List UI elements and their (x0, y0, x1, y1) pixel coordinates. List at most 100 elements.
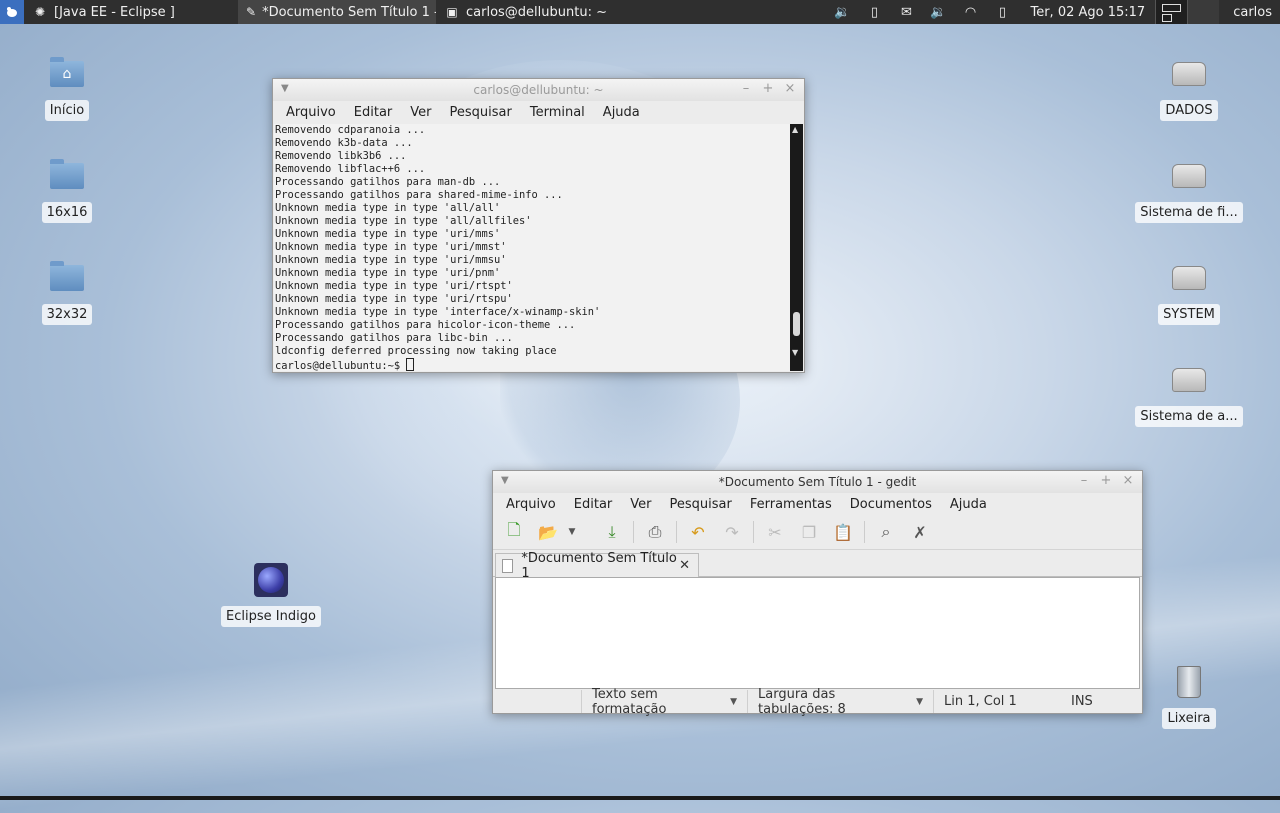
redo-icon[interactable]: ↷ (719, 519, 745, 545)
terminal-line: Processando gatilhos para shared-mime-in… (275, 189, 563, 201)
close-tab-icon[interactable]: ✕ (679, 558, 690, 573)
terminal-titlebar[interactable]: ▼ carlos@dellubuntu: ~ – + × (273, 79, 804, 101)
desktop-icon-dados[interactable]: DADOS (1134, 56, 1244, 121)
desktop-icon-sistema-de-a[interactable]: Sistema de a... (1134, 362, 1244, 427)
menu-arquivo[interactable]: Arquivo (277, 105, 345, 120)
desktop-icon-32x32[interactable]: 32x32 (12, 260, 122, 325)
menu-documentos[interactable]: Documentos (841, 497, 941, 512)
recent-files-dropdown-icon[interactable]: ▼ (559, 519, 585, 545)
desktop-icon-system[interactable]: SYSTEM (1134, 260, 1244, 325)
terminal-window[interactable]: ▼ carlos@dellubuntu: ~ – + × Arquivo Edi… (272, 78, 805, 373)
menu-editar[interactable]: Editar (345, 105, 402, 120)
desktop-icon-16x16[interactable]: 16x16 (12, 158, 122, 223)
taskbar-item-gedit[interactable]: ✎ *Documento Sem Título 1 -... (238, 0, 436, 24)
open-file-icon[interactable]: 📂 (535, 519, 561, 545)
workspace-1[interactable] (1155, 0, 1188, 24)
mail-icon[interactable]: ✉ (897, 3, 915, 21)
undo-icon[interactable]: ↶ (685, 519, 711, 545)
taskbar-item-label: [Java EE - Eclipse ] (54, 4, 175, 20)
desktop-icon-label: 32x32 (41, 304, 93, 325)
desktop-icon-lixeira[interactable]: Lixeira (1134, 664, 1244, 729)
window-menu-icon[interactable]: ▼ (501, 475, 509, 486)
terminal-line: Unknown media type in type 'uri/rtspt' (275, 280, 513, 292)
copy-icon[interactable]: ❐ (796, 519, 822, 545)
scroll-up-arrow-icon[interactable]: ▲ (792, 125, 798, 134)
terminal-output[interactable]: Removendo cdparanoia ... Removendo k3b-d… (274, 124, 791, 371)
scroll-down-arrow-icon[interactable]: ▼ (792, 348, 798, 357)
menu-ver[interactable]: Ver (401, 105, 440, 120)
clock[interactable]: Ter, 02 Ago 15:17 (1030, 5, 1145, 20)
menu-pesquisar[interactable]: Pesquisar (441, 105, 521, 120)
syntax-highlight-selector[interactable]: Texto sem formatação ▼ (581, 687, 747, 717)
workspace-switcher[interactable] (1155, 0, 1220, 24)
system-tray: 🔉 ▯ ✉ 🔉 ◠ ▯ Ter, 02 Ago 15:17 carlos (826, 0, 1280, 24)
menu-pesquisar[interactable]: Pesquisar (661, 497, 741, 512)
taskbar-item-terminal[interactable]: ▣ carlos@dellubuntu: ~ (436, 0, 626, 24)
window-menu-icon[interactable]: ▼ (281, 83, 289, 94)
terminal-line: Processando gatilhos para hicolor-icon-t… (275, 319, 576, 331)
scrollbar-thumb[interactable] (793, 312, 800, 336)
trash-icon (1171, 664, 1207, 700)
insert-mode-label: INS (1071, 694, 1093, 709)
terminal-line: Processando gatilhos para libc-bin ... (275, 332, 513, 344)
menu-editar[interactable]: Editar (565, 497, 622, 512)
paste-icon[interactable]: 📋 (830, 519, 856, 545)
document-tab-label: *Documento Sem Título 1 (521, 550, 677, 581)
document-icon (502, 558, 514, 573)
maximize-button[interactable]: + (1098, 473, 1114, 488)
terminal-scrollbar[interactable]: ▲ ▼ (790, 124, 803, 371)
menu-ver[interactable]: Ver (621, 497, 660, 512)
volume-icon[interactable]: 🔉 (833, 3, 851, 21)
drive-icon (1171, 362, 1207, 398)
syntax-label: Texto sem formatação (592, 686, 667, 717)
desktop-icon-label: SYSTEM (1158, 304, 1220, 325)
text-editor-area[interactable] (495, 577, 1140, 689)
new-document-icon[interactable]: 🗋 (501, 519, 527, 545)
close-button[interactable]: × (782, 81, 798, 96)
terminal-prompt-line[interactable]: carlos@dellubuntu:~$ (275, 358, 791, 371)
tab-width-selector[interactable]: Largura das tabulações: 8 ▼ (747, 687, 933, 717)
battery-icon[interactable]: ▯ (993, 3, 1011, 21)
desktop-icon-sistema-de-fi[interactable]: Sistema de fi... (1134, 158, 1244, 223)
text-editor-icon: ✎ (246, 5, 257, 19)
desktop-icon-label: Eclipse Indigo (221, 606, 321, 627)
applications-menu-button[interactable] (0, 0, 24, 24)
taskbar-item-eclipse[interactable]: ✺ [Java EE - Eclipse ] (24, 0, 238, 24)
terminal-menubar: Arquivo Editar Ver Pesquisar Terminal Aj… (273, 101, 804, 123)
save-icon[interactable]: ⤓ (599, 519, 625, 545)
home-folder-icon: ⌂ (49, 56, 85, 92)
terminal-line: Processando gatilhos para man-db ... (275, 176, 501, 188)
desktop-icon-label: Sistema de fi... (1135, 202, 1243, 223)
wifi-icon[interactable]: ◠ (961, 3, 979, 21)
terminal-line: Unknown media type in type 'uri/mmsu' (275, 254, 507, 266)
maximize-button[interactable]: + (760, 81, 776, 96)
search-icon[interactable]: ⌕ (873, 519, 899, 545)
tab-width-label: Largura das tabulações: 8 (758, 686, 846, 717)
gedit-window[interactable]: ▼ *Documento Sem Título 1 - gedit – + × … (492, 470, 1143, 717)
print-icon[interactable]: ⎙ (642, 519, 668, 545)
menu-ajuda[interactable]: Ajuda (941, 497, 996, 512)
battery-icon[interactable]: ▯ (865, 3, 883, 21)
workspace-2[interactable] (1187, 0, 1220, 24)
gedit-titlebar[interactable]: ▼ *Documento Sem Título 1 - gedit – + × (493, 471, 1142, 493)
close-button[interactable]: × (1120, 473, 1136, 488)
search-replace-icon[interactable]: ✗ (907, 519, 933, 545)
cursor-position-label: Lin 1, Col 1 (944, 694, 1017, 709)
user-menu[interactable]: carlos (1233, 5, 1272, 20)
drive-icon (1171, 158, 1207, 194)
minimize-button[interactable]: – (1076, 473, 1092, 488)
menu-ferramentas[interactable]: Ferramentas (741, 497, 841, 512)
terminal-line: Removendo cdparanoia ... (275, 124, 426, 136)
menu-ajuda[interactable]: Ajuda (594, 105, 649, 120)
menu-terminal[interactable]: Terminal (521, 105, 594, 120)
desktop-icon-home[interactable]: ⌂ Início (12, 56, 122, 121)
drive-icon (1171, 56, 1207, 92)
volume-icon[interactable]: 🔉 (929, 3, 947, 21)
desktop-icon-label: Lixeira (1162, 708, 1216, 729)
menu-arquivo[interactable]: Arquivo (497, 497, 565, 512)
document-tab[interactable]: *Documento Sem Título 1 ✕ (495, 551, 699, 581)
taskbar-item-label: carlos@dellubuntu: ~ (466, 4, 607, 20)
cut-icon[interactable]: ✂ (762, 519, 788, 545)
minimize-button[interactable]: – (738, 81, 754, 96)
desktop-icon-eclipse-indigo[interactable]: Eclipse Indigo (216, 562, 326, 627)
